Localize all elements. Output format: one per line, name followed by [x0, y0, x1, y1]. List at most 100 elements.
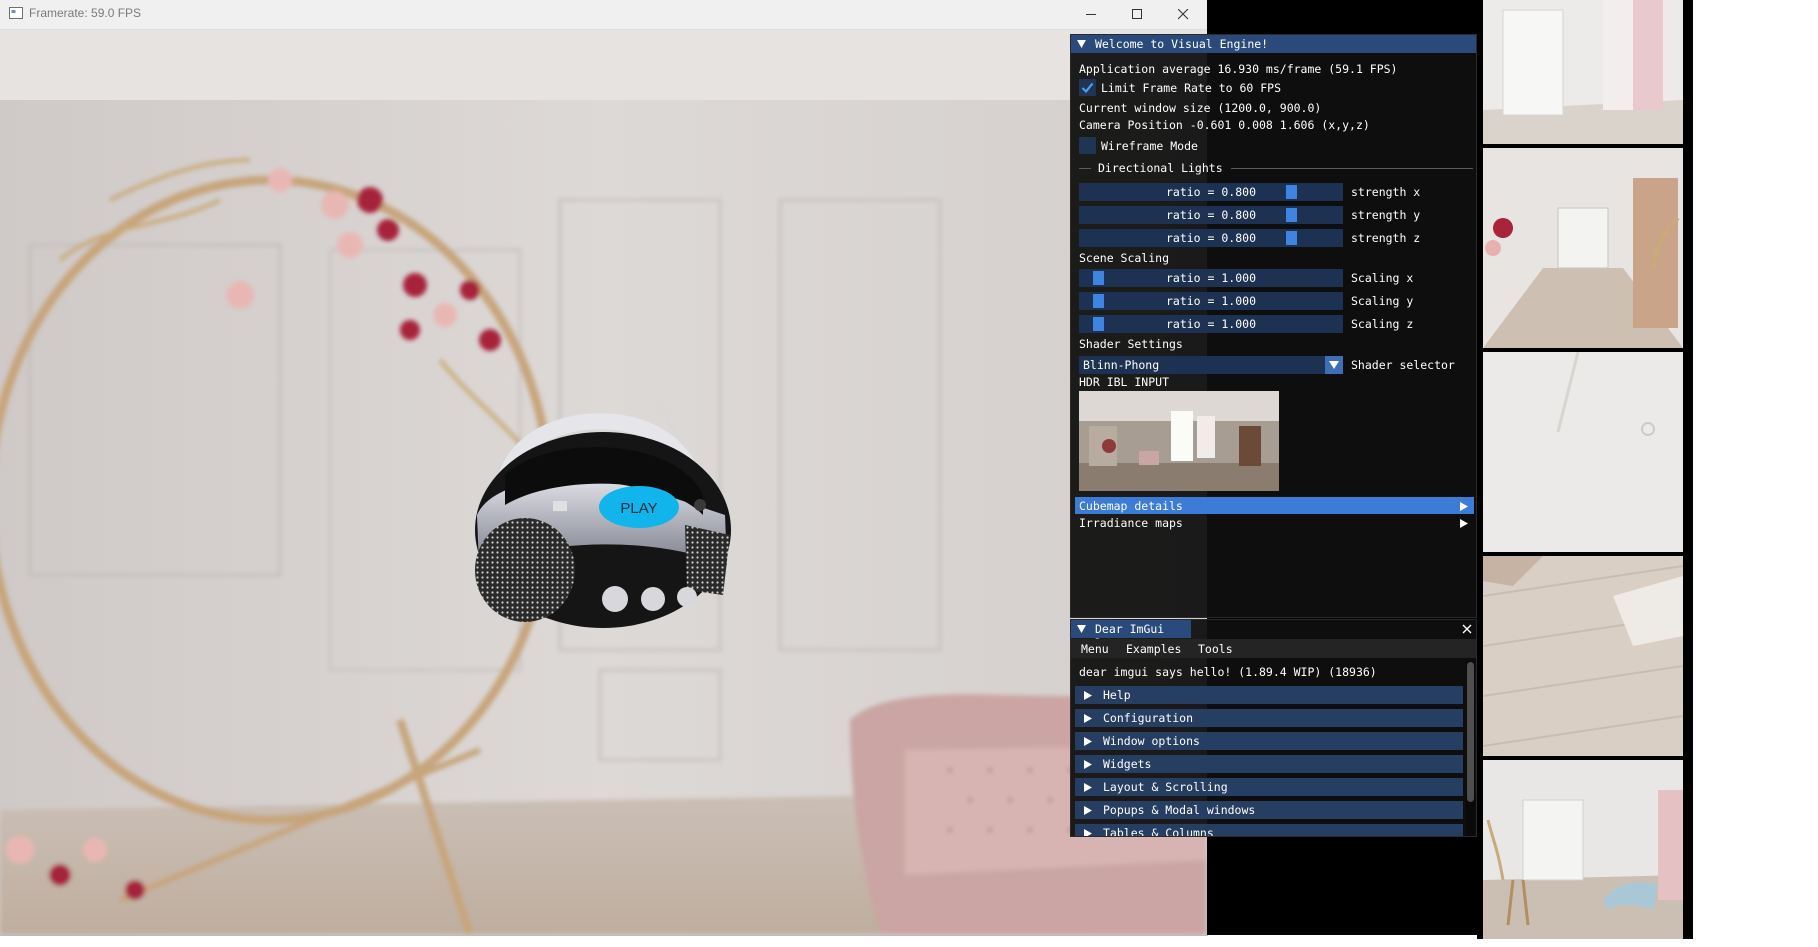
header-label: Window options	[1103, 734, 1200, 748]
strength-z-label: strength z	[1351, 231, 1421, 245]
header-label: Layout & Scrolling	[1103, 780, 1228, 794]
header-label: Configuration	[1103, 711, 1194, 725]
app-window: Framerate: 59.0 FPS PLAY	[0, 0, 1207, 935]
slider-grab[interactable]	[1093, 271, 1104, 285]
slider-grab[interactable]	[1286, 231, 1297, 245]
chevron-down-icon	[1329, 361, 1339, 369]
checkmark-icon	[1081, 82, 1094, 94]
visual-engine-panel[interactable]: Welcome to Visual Engine! Application av…	[1070, 34, 1477, 618]
header-tables-columns[interactable]: Tables & Columns	[1075, 824, 1463, 836]
chevron-right-icon	[1084, 783, 1092, 792]
demo-scrollbar[interactable]	[1466, 660, 1475, 836]
chevron-right-icon	[1084, 691, 1092, 700]
maximize-button[interactable]	[1114, 0, 1160, 29]
slider-value-text: ratio = 1.000	[1165, 271, 1256, 285]
wireframe-checkbox[interactable]	[1079, 137, 1096, 154]
scaling-z-slider[interactable]: ratio = 1.000	[1079, 315, 1343, 333]
slider-grab[interactable]	[1286, 208, 1297, 222]
separator-line	[1231, 168, 1473, 169]
strength-z-slider[interactable]: ratio = 0.800	[1079, 229, 1343, 247]
header-layout-scrolling[interactable]: Layout & Scrolling	[1075, 778, 1463, 796]
header-help[interactable]: Help	[1075, 686, 1463, 704]
chevron-right-icon	[1084, 760, 1092, 769]
slider-grab[interactable]	[1093, 294, 1104, 308]
demo-headers-list: Help Configuration Window options Widget…	[1071, 686, 1466, 836]
wireframe-label: Wireframe Mode	[1101, 139, 1198, 153]
collapse-arrow-icon[interactable]	[1077, 625, 1086, 633]
header-popups-modal[interactable]: Popups & Modal windows	[1075, 801, 1463, 819]
chevron-right-icon	[1084, 829, 1092, 836]
menu-item-menu[interactable]: Menu	[1081, 642, 1109, 656]
panel-title: Welcome to Visual Engine!	[1095, 37, 1269, 51]
minimize-button[interactable]	[1068, 0, 1114, 29]
menu-item-examples[interactable]: Examples	[1126, 642, 1181, 656]
strength-x-label: strength x	[1351, 185, 1421, 199]
shader-selector-label: Shader selector	[1351, 358, 1455, 372]
directional-lights-header: Directional Lights	[1098, 161, 1223, 175]
close-button[interactable]	[1160, 0, 1206, 29]
slider-value-text: ratio = 1.000	[1165, 294, 1256, 308]
window-title: Framerate: 59.0 FPS	[29, 6, 142, 20]
cubemap-face-1	[1483, 0, 1683, 144]
demo-title-tab[interactable]: Dear ImGui Demo	[1071, 620, 1191, 650]
title-bar[interactable]: Framerate: 59.0 FPS	[0, 0, 1207, 30]
scene-scaling-header: Scene Scaling	[1079, 251, 1170, 265]
header-configuration[interactable]: Configuration	[1075, 709, 1463, 727]
limit-frame-rate-checkbox[interactable]	[1079, 79, 1096, 96]
strength-y-label: strength y	[1351, 208, 1421, 222]
scaling-y-label: Scaling y	[1351, 294, 1414, 308]
slider-value-text: ratio = 0.800	[1165, 231, 1256, 245]
collapse-arrow-icon[interactable]	[1077, 40, 1086, 48]
chevron-right-icon[interactable]	[1460, 519, 1468, 528]
cubemap-face-5	[1483, 760, 1683, 939]
close-icon	[1178, 9, 1189, 20]
scrollbar-thumb[interactable]	[1467, 662, 1474, 802]
app-average-text: Application average 16.930 ms/frame (59.…	[1079, 62, 1398, 76]
menu-item-tools[interactable]: Tools	[1198, 642, 1233, 656]
shader-selector-combo[interactable]: Blinn-Phong	[1079, 356, 1343, 374]
header-widgets[interactable]: Widgets	[1075, 755, 1463, 773]
header-label: Popups & Modal windows	[1103, 803, 1256, 817]
scaling-y-slider[interactable]: ratio = 1.000	[1079, 292, 1343, 310]
demo-close-button[interactable]	[1462, 623, 1472, 637]
panel-title-bar[interactable]: Welcome to Visual Engine!	[1071, 35, 1476, 53]
boombox-model[interactable]: PLAY	[465, 365, 745, 635]
chevron-right-icon	[1084, 714, 1092, 723]
app-icon	[9, 7, 23, 19]
chevron-right-icon	[1084, 806, 1092, 815]
scaling-x-slider[interactable]: ratio = 1.000	[1079, 269, 1343, 287]
tree-node-cubemap-details-label: Cubemap details	[1079, 499, 1183, 513]
slider-grab[interactable]	[1093, 317, 1104, 331]
header-window-options[interactable]: Window options	[1075, 732, 1463, 750]
header-label: Help	[1103, 688, 1131, 702]
chevron-right-icon[interactable]	[1460, 502, 1468, 511]
window-size-text: Current window size (1200.0, 900.0)	[1079, 101, 1322, 115]
slider-value-text: ratio = 0.800	[1165, 208, 1256, 222]
cubemap-face-3	[1483, 352, 1683, 552]
cubemap-face-4	[1483, 556, 1683, 756]
strength-y-slider[interactable]: ratio = 0.800	[1079, 206, 1343, 224]
camera-position-text: Camera Position -0.601 0.008 1.606 (x,y,…	[1079, 118, 1370, 132]
scaling-x-label: Scaling x	[1351, 271, 1414, 285]
hdr-ibl-label: HDR IBL INPUT	[1079, 375, 1170, 389]
header-label: Tables & Columns	[1103, 826, 1214, 836]
cubemap-face-2	[1483, 148, 1683, 348]
hdr-panorama-image	[1079, 391, 1279, 491]
shader-selected-value: Blinn-Phong	[1083, 358, 1160, 372]
maximize-icon	[1132, 9, 1142, 19]
slider-value-text: ratio = 0.800	[1165, 185, 1256, 199]
minimize-icon	[1086, 14, 1096, 15]
combo-arrow[interactable]	[1325, 356, 1343, 374]
chevron-right-icon	[1084, 737, 1092, 746]
slider-grab[interactable]	[1286, 185, 1297, 199]
hello-text: dear imgui says hello! (1.89.4 WIP) (189…	[1079, 665, 1377, 679]
demo-menu-bar: Menu Examples Tools	[1071, 639, 1476, 658]
scene-viewport[interactable]: PLAY	[0, 30, 1207, 935]
imgui-demo-panel[interactable]: Dear ImGui Demo Menu Examples Tools dear…	[1070, 619, 1477, 837]
strength-x-slider[interactable]: ratio = 0.800	[1079, 183, 1343, 201]
header-label: Widgets	[1103, 757, 1152, 771]
separator-line	[1079, 168, 1091, 169]
scaling-z-label: Scaling z	[1351, 317, 1414, 331]
close-icon	[1462, 624, 1472, 634]
tree-node-irradiance-maps[interactable]: Irradiance maps	[1079, 516, 1183, 530]
